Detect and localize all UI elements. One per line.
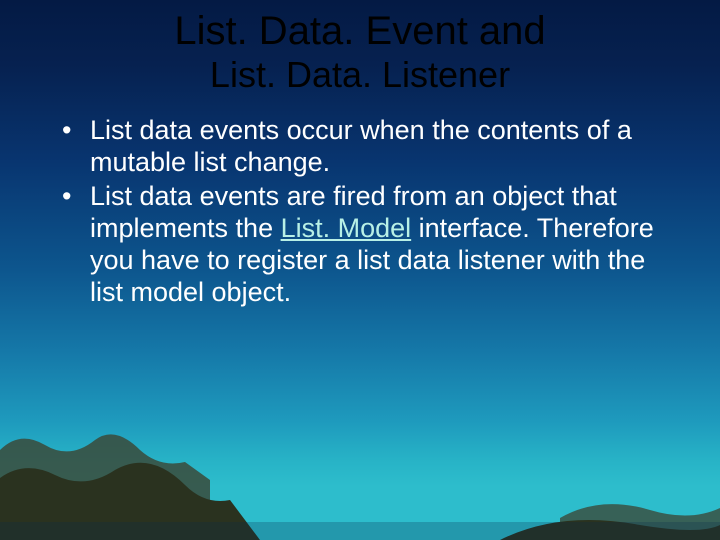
link-listmodel[interactable]: List. Model [281, 213, 412, 243]
body-text: List data events occur when the contents… [0, 95, 720, 308]
list-item: List data events are fired from an objec… [54, 181, 666, 308]
bullet-text: List data events occur when the contents… [90, 115, 632, 177]
bullet-list: List data events occur when the contents… [54, 115, 666, 308]
title-line-1: List. Data. Event and [0, 8, 720, 54]
landscape-illustration [0, 390, 720, 540]
slide: List. Data. Event and List. Data. Listen… [0, 0, 720, 540]
title-block: List. Data. Event and List. Data. Listen… [0, 0, 720, 95]
list-item: List data events occur when the contents… [54, 115, 666, 179]
title-line-2: List. Data. Listener [0, 54, 720, 95]
